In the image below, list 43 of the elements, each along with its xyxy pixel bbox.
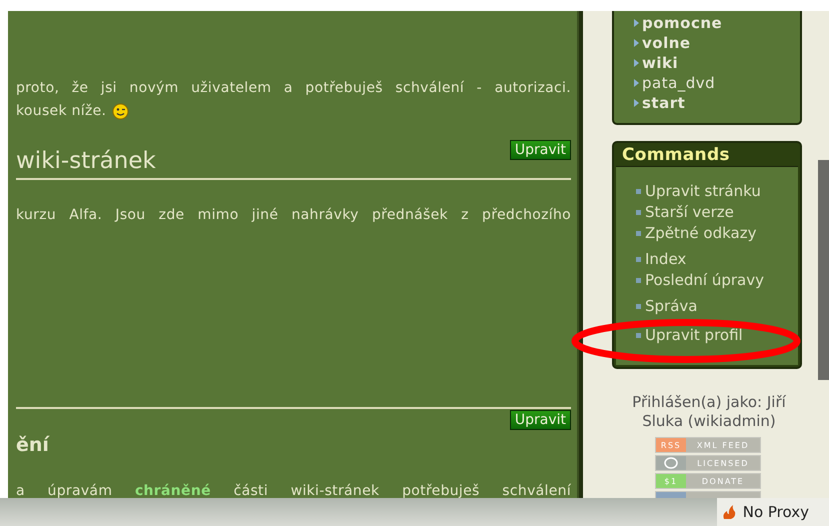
command-link[interactable]: Upravit stránku: [636, 181, 761, 202]
edit-button[interactable]: Upravit: [510, 410, 571, 430]
triangle-icon: [634, 59, 639, 67]
triangle-icon: [634, 19, 639, 27]
box-title: Commands: [621, 144, 731, 166]
nav-link[interactable]: pomocne: [634, 13, 800, 33]
triangle-icon: [634, 39, 639, 47]
paragraph-line: kousek níže.: [16, 102, 106, 121]
badge-label: $1: [656, 474, 686, 488]
triangle-icon: [634, 99, 639, 107]
edit-button[interactable]: Upravit: [510, 140, 571, 160]
badge-link[interactable]: $1 DONATE: [655, 473, 761, 489]
login-info: Přihlášen(a) jako: Jiří Sluka (wikiadmin): [631, 393, 787, 431]
scrollbar-thumb[interactable]: [818, 160, 829, 380]
nav-link[interactable]: start: [634, 93, 800, 113]
proxy-indicator[interactable]: No Proxy: [716, 498, 829, 526]
bullet-icon: [636, 231, 641, 236]
command-link[interactable]: Starší verze: [636, 202, 734, 223]
bullet-icon: [636, 189, 641, 194]
badge-label: RSS: [656, 438, 686, 452]
section-heading: ění: [16, 433, 50, 458]
bullet-icon: [636, 304, 641, 309]
paragraph: a úpravám chráněné části wiki-stránek potřebuješ schválení: [16, 482, 571, 498]
badge-link[interactable]: RSS XML FEED: [655, 437, 761, 453]
command-link[interactable]: Správa: [636, 296, 698, 317]
flame-icon: [720, 504, 737, 520]
proxy-label: No Proxy: [742, 503, 809, 521]
paragraph-line: proto, že jsi novým uživatelem a potřebuješ schválení - autorizaci.: [16, 79, 571, 98]
nav-link[interactable]: pata_dvd: [634, 73, 800, 93]
command-link[interactable]: Poslední úpravy: [636, 270, 764, 291]
triangle-icon: [634, 79, 639, 87]
bullet-icon: [636, 210, 641, 215]
cc-icon: [664, 457, 678, 469]
nav-link[interactable]: wiki: [634, 53, 800, 73]
paragraph: kurzu Alfa. Jsou zde mimo jiné nahrávky přednášek z předchozího: [16, 206, 571, 225]
winking-smiley-icon: [112, 103, 130, 120]
bullet-icon: [636, 278, 641, 283]
bullet-icon: [636, 333, 641, 338]
command-link[interactable]: Zpětné odkazy: [636, 223, 756, 244]
bullet-icon: [636, 257, 641, 262]
nav-link[interactable]: volne: [634, 33, 800, 53]
command-link[interactable]: Index: [636, 249, 686, 270]
badge-link[interactable]: LICENSED: [655, 455, 761, 471]
